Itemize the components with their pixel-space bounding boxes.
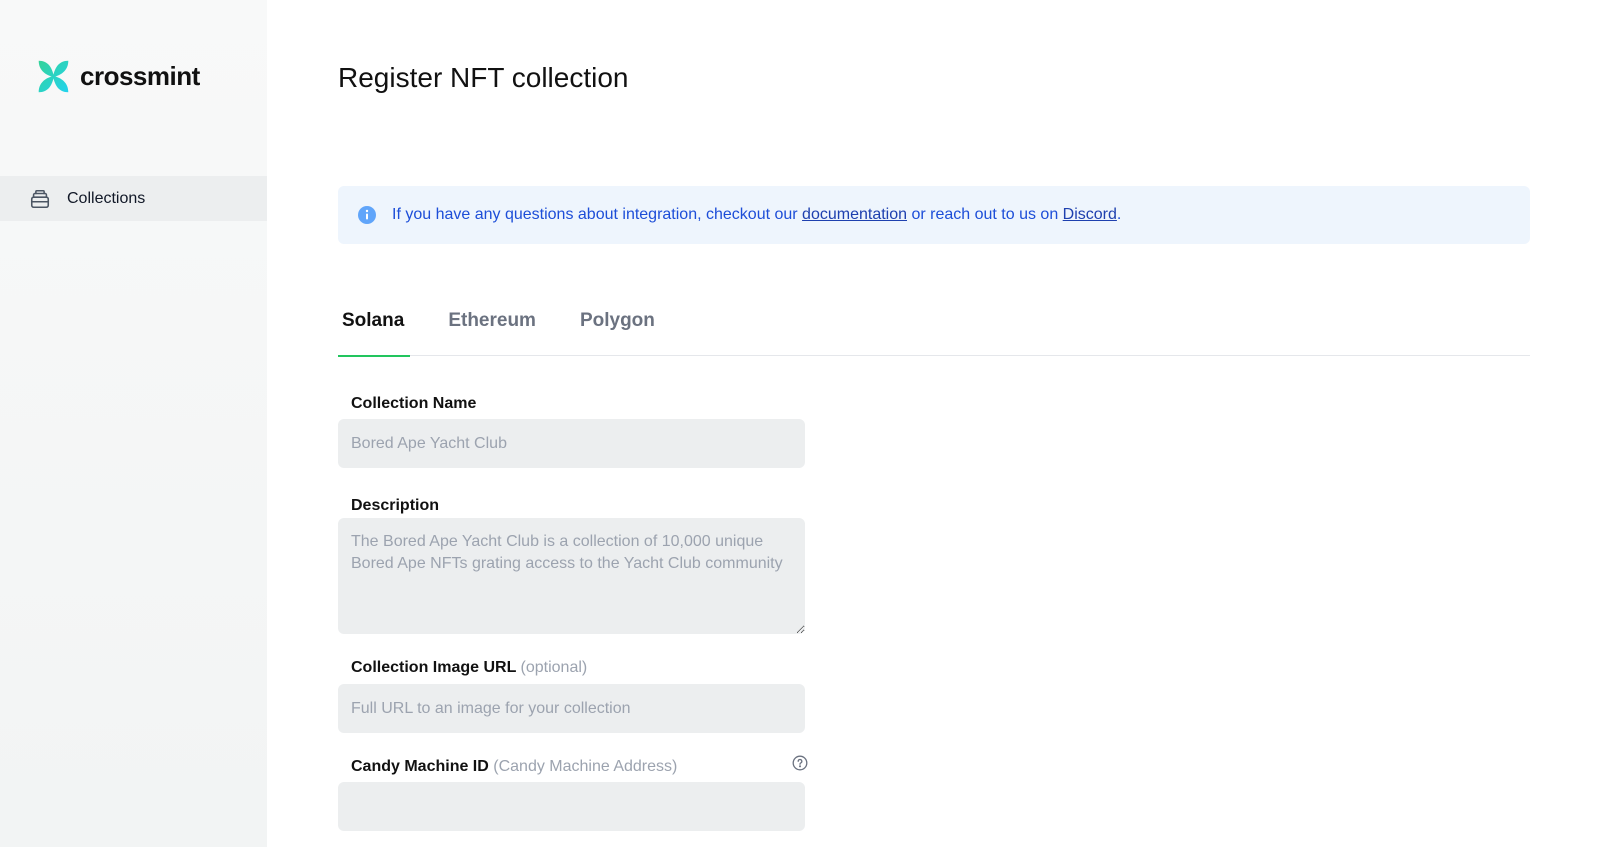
image-url-label: Collection Image URL (optional) xyxy=(351,659,587,677)
tab-solana[interactable]: Solana xyxy=(338,296,411,357)
image-url-input[interactable] xyxy=(338,684,805,733)
description-textarea[interactable] xyxy=(338,518,805,634)
alert-message: If you have any questions about integrat… xyxy=(392,206,1121,224)
description-label: Description xyxy=(351,497,440,514)
info-icon xyxy=(358,206,376,224)
documentation-link[interactable]: documentation xyxy=(802,206,907,223)
info-alert: If you have any questions about integrat… xyxy=(338,186,1530,244)
candy-machine-input[interactable] xyxy=(338,782,805,831)
brand-name: crossmint xyxy=(80,61,200,91)
main-content: Register NFT collection If you have any … xyxy=(267,0,1600,847)
sidebar-item-label: Collections xyxy=(67,189,146,207)
page-title: Register NFT collection xyxy=(338,62,629,93)
collection-name-input[interactable] xyxy=(338,419,805,468)
tab-polygon[interactable]: Polygon xyxy=(576,296,659,356)
chain-tabs: Solana Ethereum Polygon xyxy=(338,296,1530,357)
optional-hint: (optional) xyxy=(520,659,588,676)
candy-machine-label-text: Candy Machine ID xyxy=(351,758,489,775)
image-url-label-text: Collection Image URL xyxy=(351,659,517,676)
collection-name-label: Collection Name xyxy=(351,395,477,412)
candy-machine-label: Candy Machine ID (Candy Machine Address) xyxy=(351,758,677,776)
alert-suffix: . xyxy=(1116,206,1122,223)
alert-middle: or reach out to us on xyxy=(907,206,1063,223)
alert-prefix: If you have any questions about integrat… xyxy=(392,206,803,223)
discord-link[interactable]: Discord xyxy=(1063,206,1117,223)
sidebar-item-collections[interactable]: Collections xyxy=(0,176,267,221)
collection-stack-icon xyxy=(30,189,50,208)
tab-ethereum[interactable]: Ethereum xyxy=(444,296,540,356)
crossmint-logo-icon xyxy=(38,60,69,93)
question-circle-icon[interactable] xyxy=(792,755,808,771)
crossmint-logo[interactable]: crossmint xyxy=(35,58,200,95)
candy-machine-hint: (Candy Machine Address) xyxy=(493,758,678,775)
sidebar: crossmint Collections xyxy=(0,0,267,847)
